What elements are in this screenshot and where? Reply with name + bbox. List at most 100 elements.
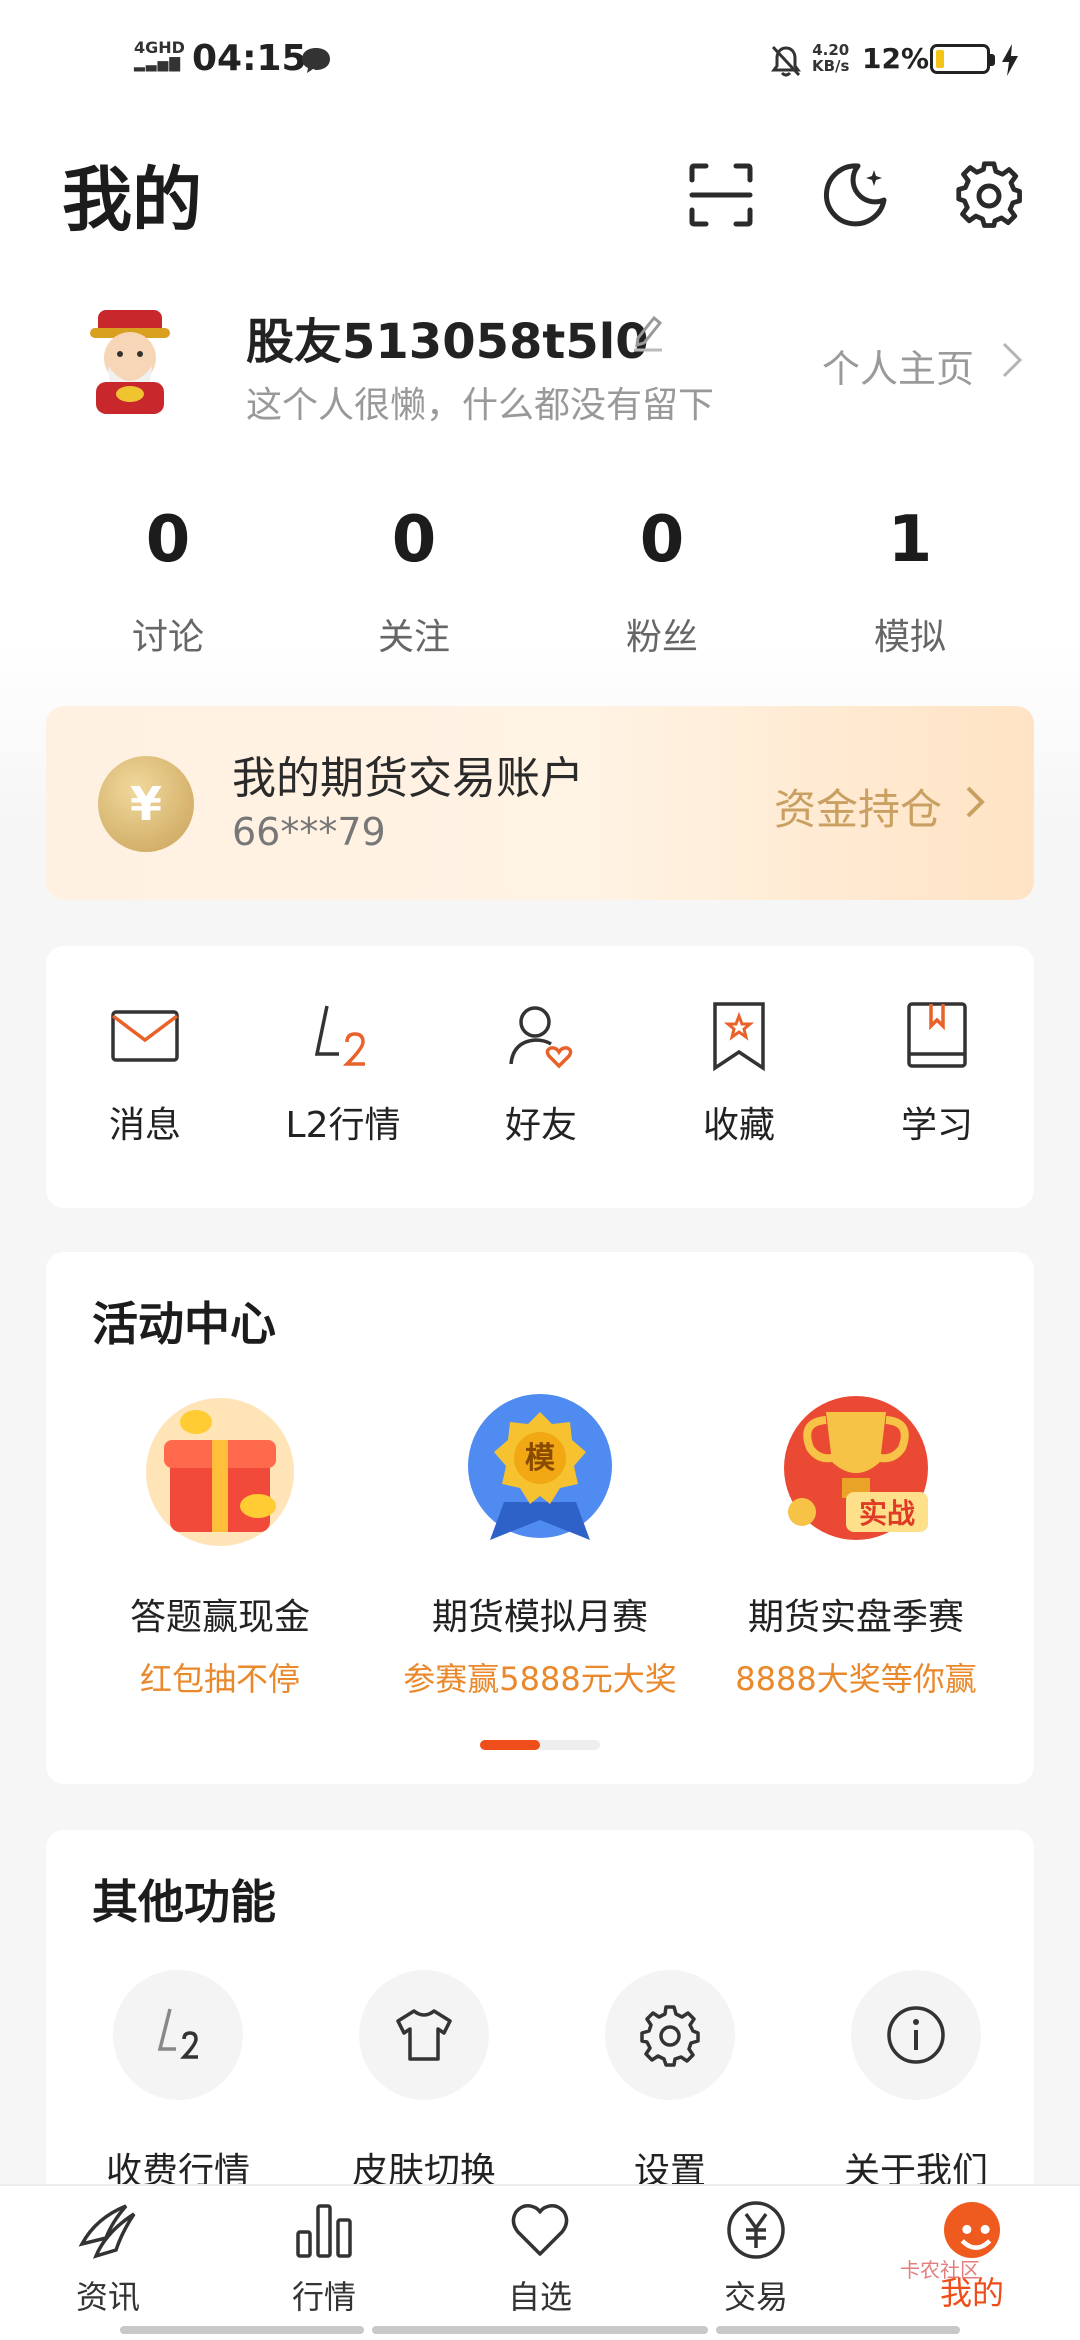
bookmark-star-icon <box>713 1002 765 1072</box>
feature-about-us[interactable]: 关于我们 <box>806 1970 1026 2194</box>
other-features-card: 其他功能 收费行情 皮肤切换 设置 关于我们 <box>46 1830 1034 2210</box>
medal-icon: 模 <box>460 1392 620 1552</box>
chevron-right-icon[interactable] <box>964 782 988 822</box>
activity-subtitle: 参赛赢5888元大奖 <box>403 1660 677 1698</box>
night-mode-icon[interactable] <box>820 160 890 230</box>
clock: 04:15 <box>192 38 307 79</box>
stat-value: 1 <box>887 503 933 577</box>
stat-value: 0 <box>145 503 191 577</box>
activity-name: 期货实盘季赛 <box>747 1597 964 1638</box>
quick-action-friends[interactable]: 好友 <box>442 998 640 1148</box>
activity-subtitle: 红包抽不停 <box>139 1660 300 1698</box>
gift-box-icon <box>140 1392 300 1552</box>
stat-following[interactable]: 0 关注 <box>334 500 494 660</box>
activity-name: 期货模拟月赛 <box>431 1597 648 1638</box>
yen-coin-icon: ¥ <box>98 756 194 852</box>
nav-watchlist[interactable]: 自选 <box>470 2198 610 2318</box>
futures-account-card[interactable]: ¥ 我的期货交易账户 66***79 资金持仓 <box>46 706 1034 900</box>
account-title: 我的期货交易账户 <box>232 753 584 804</box>
friend-icon <box>509 1006 573 1069</box>
stat-fans[interactable]: 0 粉丝 <box>582 500 742 660</box>
network-indicator: 4GHD ▂▃▅▇ <box>134 38 185 73</box>
trophy-icon: 实战 <box>776 1392 936 1552</box>
quick-action-label: 收藏 <box>702 1105 775 1146</box>
l2-icon <box>113 1970 243 2100</box>
gesture-bar-segment <box>120 2326 364 2334</box>
stat-label: 模拟 <box>873 617 946 658</box>
stat-simulation[interactable]: 1 模拟 <box>830 500 990 660</box>
god-of-wealth-avatar-icon <box>90 310 170 414</box>
chat-bubble-icon <box>302 48 330 73</box>
l2-icon <box>314 1005 365 1066</box>
nav-news[interactable]: 资讯 <box>38 2198 178 2318</box>
stat-value: 0 <box>639 503 685 577</box>
mail-icon <box>111 1010 179 1062</box>
quick-action-label: 消息 <box>108 1105 181 1146</box>
feature-skin-switch[interactable]: 皮肤切换 <box>314 1970 534 2194</box>
activity-quiz[interactable]: 答题赢现金 红包抽不停 <box>70 1392 370 1700</box>
quick-actions-card: 消息 L2行情 好友 收藏 学习 <box>46 946 1034 1208</box>
quick-action-learning[interactable]: 学习 <box>838 998 1036 1148</box>
stat-label: 讨论 <box>131 617 204 658</box>
quick-action-l2[interactable]: L2行情 <box>244 998 442 1148</box>
activity-name: 答题赢现金 <box>129 1597 310 1638</box>
activity-center-title: 活动中心 <box>92 1297 276 1351</box>
quick-action-label: L2行情 <box>285 1105 401 1146</box>
network-speed: 4.20 KB/s <box>812 42 849 74</box>
nav-label: 自选 <box>507 2278 572 2316</box>
edit-pencil-icon[interactable] <box>630 312 666 352</box>
carousel-indicator-active <box>480 1740 540 1750</box>
stat-value: 0 <box>391 503 437 577</box>
battery-percent: 12% <box>862 42 930 75</box>
trophy-badge-text: 实战 <box>859 1497 915 1530</box>
yen-icon <box>727 2201 785 2259</box>
stat-label: 关注 <box>377 617 450 658</box>
battery-icon <box>930 44 995 74</box>
network-type: 4GHD <box>134 38 185 57</box>
account-number: 66***79 <box>232 810 386 854</box>
signal-icon: ▂▃▅▇ <box>134 56 182 72</box>
funds-positions-link[interactable]: 资金持仓 <box>774 776 942 837</box>
quick-action-label: 学习 <box>900 1105 973 1146</box>
bottom-navigation: 资讯 行情 自选 交易 我的 卡农社区 <box>0 2184 1080 2340</box>
watermark: 卡农社区 <box>900 2258 980 2282</box>
quick-action-messages[interactable]: 消息 <box>46 998 244 1148</box>
stat-discussion[interactable]: 0 讨论 <box>88 500 248 660</box>
news-icon <box>78 2204 136 2259</box>
charging-icon <box>1002 44 1018 76</box>
feature-settings[interactable]: 设置 <box>560 1970 780 2194</box>
nav-label: 资讯 <box>75 2278 140 2316</box>
stat-label: 粉丝 <box>625 617 698 658</box>
gesture-bar-segment <box>716 2326 960 2334</box>
activity-live-season[interactable]: 实战 期货实盘季赛 8888大奖等你赢 <box>706 1392 1006 1700</box>
book-icon <box>907 1002 967 1068</box>
feature-paid-quotes[interactable]: 收费行情 <box>68 1970 288 2194</box>
scan-icon[interactable] <box>686 160 756 230</box>
battery-tip <box>990 54 995 66</box>
tshirt-icon <box>359 1970 489 2100</box>
nav-label: 行情 <box>291 2278 356 2316</box>
battery-level <box>936 50 944 68</box>
activity-sim-monthly[interactable]: 模 期货模拟月赛 参赛赢5888元大奖 <box>390 1392 690 1700</box>
quick-action-favorites[interactable]: 收藏 <box>640 998 838 1148</box>
other-features-title: 其他功能 <box>92 1875 276 1929</box>
heart-icon <box>511 2204 569 2256</box>
bar-chart-icon <box>296 2204 352 2258</box>
nav-label: 交易 <box>723 2278 788 2316</box>
gesture-bar-segment <box>372 2326 708 2334</box>
settings-gear-icon[interactable] <box>954 160 1024 230</box>
activity-subtitle: 8888大奖等你赢 <box>735 1660 977 1698</box>
carousel-indicator[interactable] <box>480 1740 600 1750</box>
username: 股友513058t5l0 <box>246 314 649 370</box>
avatar[interactable] <box>70 300 190 420</box>
gear-icon <box>605 1970 735 2100</box>
page-title: 我的 <box>62 159 202 241</box>
nav-trade[interactable]: 交易 <box>686 2198 826 2318</box>
homepage-link[interactable]: 个人主页 <box>822 338 974 393</box>
mute-bell-icon <box>771 45 801 77</box>
status-bar: 4GHD ▂▃▅▇ 04:15 4.20 KB/s 12% <box>0 0 1080 120</box>
mascot-icon <box>944 2202 1000 2258</box>
chevron-right-icon[interactable] <box>1000 340 1024 380</box>
nav-market[interactable]: 行情 <box>254 2198 394 2318</box>
quick-action-label: 好友 <box>504 1105 577 1146</box>
